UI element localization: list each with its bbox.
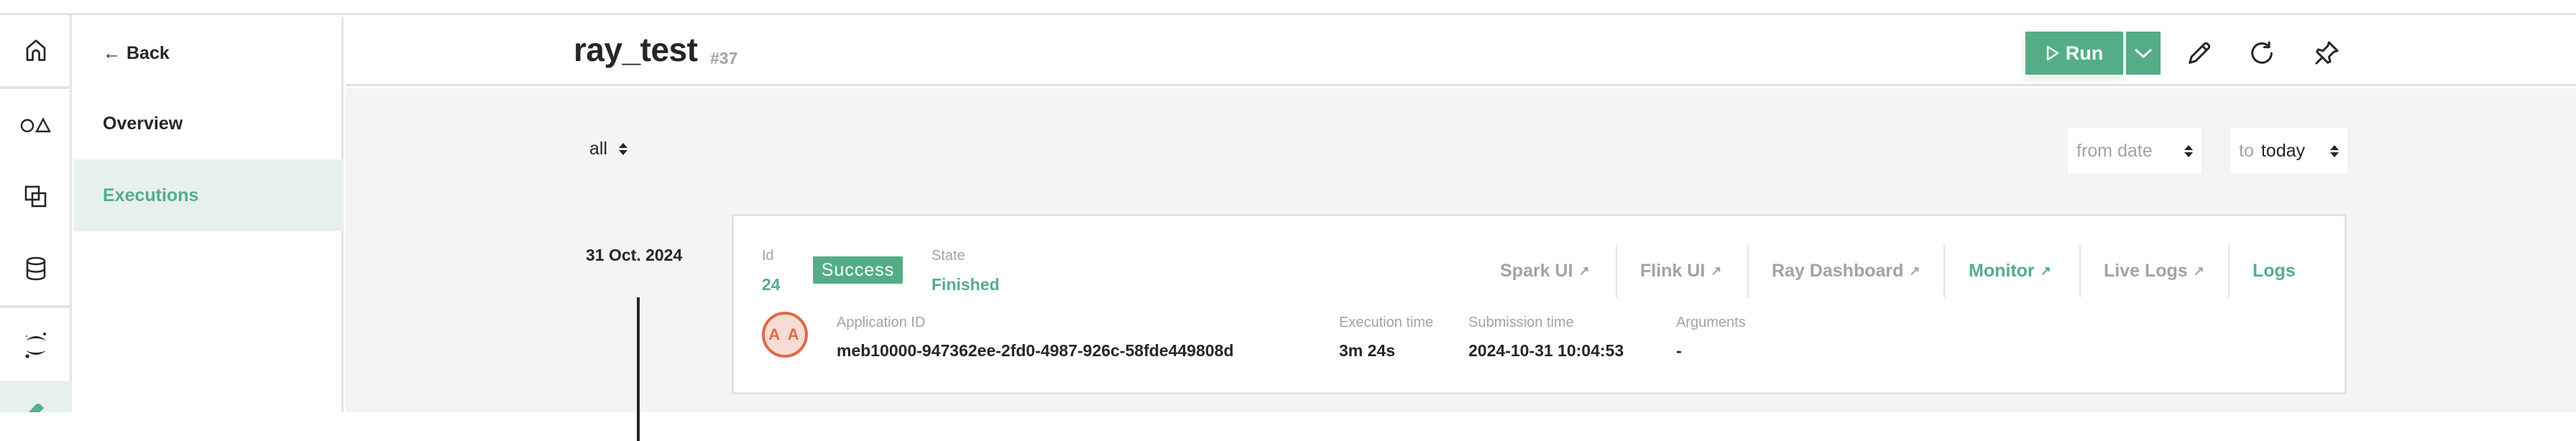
refresh-button[interactable] [2246, 37, 2278, 69]
executions-content: all from date to today 31 Oct. 2024 Id 2… [346, 88, 2576, 441]
updown-icon [619, 143, 628, 155]
secondary-nav: ← Back Overview Executions [74, 17, 344, 412]
live-logs-link[interactable]: Live Logs ↗ [2104, 245, 2204, 297]
execution-id: 24 [762, 275, 781, 294]
run-button[interactable]: Run [2025, 32, 2123, 75]
link-label: Live Logs [2104, 261, 2188, 281]
state-label: State [932, 248, 965, 264]
to-date-select[interactable]: to today [2230, 128, 2347, 174]
monitor-link[interactable]: Monitor ↗ [1969, 245, 2051, 297]
page-title: ray_test [574, 31, 698, 68]
edit-button[interactable] [2184, 37, 2215, 69]
rail-item-copy[interactable] [0, 161, 72, 233]
nav-item-overview[interactable]: Overview [74, 88, 344, 159]
link-label: Logs [2253, 261, 2296, 281]
rail-item-pipelines[interactable] [0, 381, 72, 412]
copy-layers-icon [24, 185, 47, 208]
submission-time-label: Submission time [1468, 315, 1574, 330]
arguments-value: - [1676, 341, 1682, 360]
spark-ui-link[interactable]: Spark UI ↗ [1500, 245, 1590, 297]
application-id-label: Application ID [837, 315, 926, 330]
link-divider [1616, 245, 1617, 297]
updown-icon [2184, 144, 2193, 157]
back-link[interactable]: ← Back [103, 43, 170, 64]
to-date-value: today [2260, 140, 2306, 161]
external-link-icon: ↗ [2040, 264, 2051, 278]
arrow-left-icon: ← [103, 43, 121, 63]
ray-dashboard-link[interactable]: Ray Dashboard ↗ [1772, 245, 1920, 297]
status-filter-select[interactable]: all [589, 139, 628, 159]
link-divider [1944, 245, 1945, 297]
jupyter-icon [25, 332, 46, 358]
status-filter-value: all [589, 139, 608, 159]
home-icon [26, 40, 46, 61]
submission-time-value: 2024-10-31 10:04:53 [1468, 341, 1624, 360]
pin-button[interactable] [2311, 37, 2342, 69]
link-label: Ray Dashboard [1772, 261, 1904, 281]
top-border [0, 0, 2576, 15]
external-link-icon: ↗ [1909, 264, 1920, 278]
flink-ui-link[interactable]: Flink UI ↗ [1640, 245, 1721, 297]
run-options-dropdown[interactable] [2126, 32, 2161, 75]
external-link-icon: ↗ [2193, 264, 2204, 278]
play-icon [2046, 45, 2058, 61]
execution-time-label: Execution time [1339, 315, 1434, 330]
link-divider [1747, 245, 1749, 297]
from-date-placeholder: from date [2076, 140, 2153, 161]
timeline-line [637, 297, 640, 441]
id-label: Id [762, 248, 774, 264]
execution-card: Id 24 Success State Finished A A Applica… [732, 214, 2347, 394]
back-label: Back [126, 43, 170, 63]
execution-time-value: 3m 24s [1339, 341, 1396, 360]
rail-item-jupyter[interactable] [0, 308, 72, 381]
nav-item-label: Overview [103, 113, 183, 134]
shapes-icon [20, 117, 51, 133]
application-id-value: meb10000-947362ee-2fd0-4987-926c-58fde44… [837, 341, 1234, 360]
external-link-icon: ↗ [1711, 264, 1722, 278]
link-label: Spark UI [1500, 261, 1573, 281]
chevron-down-icon [2134, 48, 2153, 59]
link-divider [2228, 245, 2230, 297]
arguments-label: Arguments [1676, 315, 1746, 330]
pin-icon [2314, 41, 2339, 65]
database-icon [26, 256, 46, 281]
edit-icon [2189, 42, 2211, 64]
link-label: Monitor [1969, 261, 2035, 281]
to-date-prefix: to [2239, 140, 2254, 161]
run-label: Run [2065, 42, 2104, 64]
nav-item-label: Executions [103, 185, 199, 205]
job-id: #37 [710, 49, 738, 68]
from-date-select[interactable]: from date [2068, 128, 2202, 174]
page-header: ray_test #37 Run [346, 17, 2576, 86]
nav-item-executions[interactable]: Executions [74, 159, 344, 231]
refresh-icon [2251, 41, 2273, 64]
logs-link[interactable]: Logs [2253, 245, 2296, 297]
state-value: Finished [932, 275, 1000, 294]
rail-item-database[interactable] [0, 233, 72, 305]
updown-icon [2330, 144, 2339, 157]
rail-item-home[interactable] [0, 15, 72, 85]
execution-date-label: 31 Oct. 2024 [586, 246, 683, 264]
link-divider [2079, 245, 2081, 297]
status-badge: Success [813, 256, 903, 284]
icon-rail [0, 15, 72, 412]
external-link-icon: ↗ [1578, 264, 1590, 278]
link-label: Flink UI [1640, 261, 1706, 281]
avatar: A A [762, 312, 808, 358]
rail-item-shapes[interactable] [0, 89, 72, 161]
pipeline-icon [29, 404, 44, 412]
